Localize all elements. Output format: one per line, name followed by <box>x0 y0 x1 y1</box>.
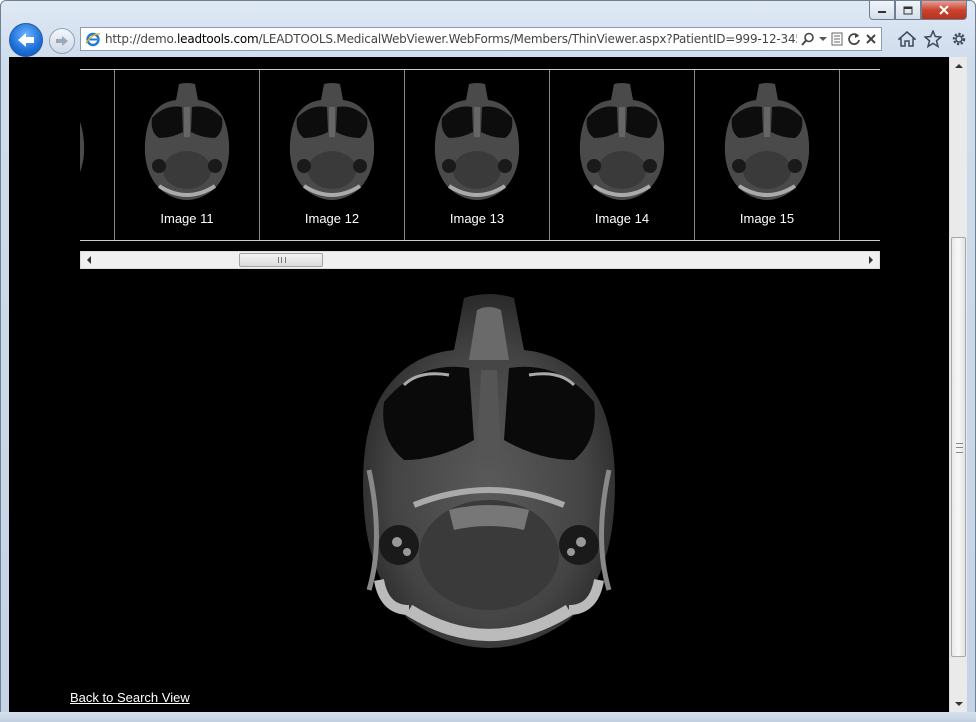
arrow-up-icon <box>954 63 963 68</box>
scroll-down-button[interactable] <box>950 695 967 712</box>
minimize-icon <box>878 11 886 13</box>
browser-toolbar <box>897 29 969 49</box>
tools-gear-icon <box>952 32 966 46</box>
dropdown-arrow-icon[interactable] <box>819 36 827 42</box>
refresh-icon[interactable] <box>847 32 861 46</box>
main-ct-image[interactable] <box>309 290 669 655</box>
thumbnail-label: Image 13 <box>449 211 505 226</box>
thumbnail-label: Image 11 <box>160 211 214 226</box>
home-icon <box>898 31 916 47</box>
thumbnail-strip: Image 10 Image 11 Image 12 Image 13 Image 14… <box>80 69 880 241</box>
thumbnail-item[interactable]: Image 14 <box>550 70 695 240</box>
close-window-button[interactable] <box>921 1 967 20</box>
thumbnail-label: Image 10 <box>80 211 114 226</box>
grip-icon <box>956 443 963 453</box>
maximize-icon <box>903 6 913 14</box>
grip-icon <box>278 257 286 263</box>
page-viewport: Image 10 Image 11 Image 12 Image 13 Image 14… <box>9 57 949 712</box>
back-arrow-icon <box>18 33 34 47</box>
url-text[interactable]: http://demo.leadtools.com/LEADTOOLS.Medi… <box>105 32 797 46</box>
close-icon <box>939 5 949 15</box>
thumbnail-item[interactable]: Image 10 <box>80 70 115 240</box>
scroll-left-button[interactable] <box>81 252 97 268</box>
arrow-down-icon <box>954 701 963 706</box>
thumbnail-label: Image 14 <box>594 211 650 226</box>
address-tools <box>797 32 881 46</box>
scroll-up-button[interactable] <box>950 57 967 74</box>
navigation-bar: http://demo.leadtools.com/LEADTOOLS.Medi… <box>1 21 976 57</box>
window-controls <box>869 1 967 20</box>
url-prefix: http://demo. <box>105 32 177 46</box>
forward-button[interactable] <box>49 28 75 54</box>
forward-arrow-icon <box>56 36 68 46</box>
page-vertical-scrollbar[interactable] <box>949 57 967 712</box>
url-domain: leadtools.com <box>177 32 259 46</box>
tools-button[interactable] <box>949 29 969 49</box>
compat-view-icon[interactable] <box>831 32 843 46</box>
thumbnail-label: Image 15 <box>739 211 795 226</box>
arrow-left-icon <box>87 256 91 264</box>
thumbnail-item[interactable]: Image 13 <box>405 70 550 240</box>
thumbnail-item[interactable]: Image 11 <box>115 70 260 240</box>
back-button[interactable] <box>9 23 43 57</box>
home-button[interactable] <box>897 29 917 49</box>
search-icon[interactable] <box>801 32 815 46</box>
thumbnail-label: Image 12 <box>304 211 360 226</box>
address-bar[interactable]: http://demo.leadtools.com/LEADTOOLS.Medi… <box>80 27 882 51</box>
thumbnail-item[interactable]: Image 15 <box>695 70 840 240</box>
ie-logo-icon <box>85 32 101 47</box>
thumbnail-horizontal-scrollbar[interactable] <box>80 251 880 269</box>
stop-icon[interactable] <box>865 33 877 45</box>
thumbnail-list: Image 10 Image 11 Image 12 Image 13 Image 14… <box>80 70 840 240</box>
ct-scan-image <box>363 294 615 648</box>
scroll-right-button[interactable] <box>863 252 879 268</box>
favorites-star-icon <box>924 30 942 48</box>
thumbnail-item[interactable]: Image 12 <box>260 70 405 240</box>
window-bottom-border <box>0 712 976 722</box>
favorites-button[interactable] <box>923 29 943 49</box>
back-to-search-link[interactable]: Back to Search View <box>70 690 190 705</box>
url-path: /LEADTOOLS.MedicalWebViewer.WebForms/Mem… <box>258 32 797 46</box>
maximize-button[interactable] <box>895 1 921 20</box>
arrow-right-icon <box>869 256 873 264</box>
minimize-button[interactable] <box>869 1 895 20</box>
vertical-scroll-thumb[interactable] <box>951 237 966 657</box>
horizontal-scroll-thumb[interactable] <box>239 253 323 267</box>
